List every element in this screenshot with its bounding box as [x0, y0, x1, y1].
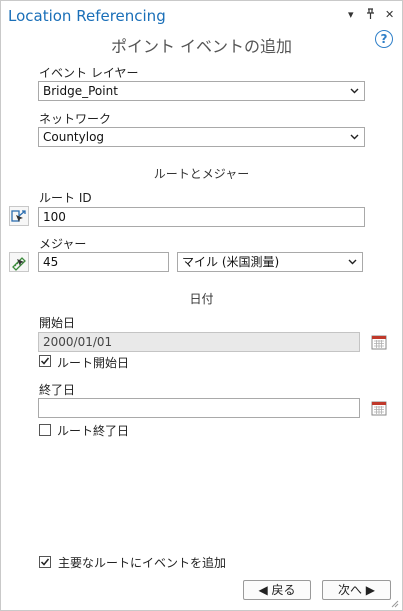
end-date-calendar-icon[interactable]: [371, 400, 387, 416]
chevron-down-icon: [350, 82, 359, 107]
route-pick-icon: [10, 210, 28, 228]
route-end-date-label: ルート終了日: [57, 424, 130, 438]
pane-title: Location Referencing: [8, 7, 166, 25]
back-button[interactable]: ◀ 戻る: [243, 580, 311, 600]
add-to-dominant-route-label: 主要なルートにイベントを追加: [58, 556, 227, 570]
pane-titlebar: Location Referencing ▾ ✕: [1, 1, 402, 31]
chevron-down-icon: [350, 128, 359, 153]
route-id-value: 100: [43, 210, 66, 224]
end-date-input[interactable]: [38, 398, 360, 418]
route-start-date-label: ルート開始日: [57, 356, 130, 370]
route-measure-section-label: ルートとメジャー: [153, 167, 250, 181]
pick-measure-button[interactable]: [9, 252, 29, 272]
pin-icon[interactable]: [366, 8, 375, 22]
resize-grip-icon[interactable]: [389, 597, 399, 608]
add-to-dominant-route-checkbox[interactable]: [39, 556, 51, 568]
chevron-down-icon: [348, 253, 357, 278]
end-date-label: 終了日: [39, 383, 76, 397]
event-layer-value: Bridge_Point: [43, 84, 118, 98]
measure-unit-value: マイル (米国測量): [182, 255, 280, 269]
add-point-events-pane: Location Referencing ▾ ✕ ポイント イベントの追加 ? …: [0, 0, 403, 611]
network-value: Countylog: [43, 130, 105, 144]
measure-value: 45: [43, 255, 59, 269]
measure-label: メジャー: [39, 237, 87, 251]
network-label: ネットワーク: [39, 112, 112, 126]
start-date-calendar-icon[interactable]: [371, 334, 387, 350]
network-select[interactable]: Countylog: [38, 127, 365, 147]
date-section-label: 日付: [189, 292, 214, 306]
tool-title: ポイント イベントの追加: [110, 37, 293, 56]
pick-route-button[interactable]: [9, 206, 29, 226]
pane-menu-icon[interactable]: ▾: [348, 8, 354, 21]
event-layer-select[interactable]: Bridge_Point: [38, 81, 365, 101]
measure-unit-select[interactable]: マイル (米国測量): [177, 252, 363, 272]
measure-input[interactable]: 45: [38, 252, 169, 272]
event-layer-label: イベント レイヤー: [39, 66, 139, 80]
route-id-label: ルート ID: [39, 191, 92, 205]
route-id-input[interactable]: 100: [38, 207, 365, 227]
close-icon[interactable]: ✕: [385, 8, 394, 21]
measure-pick-icon: [10, 257, 28, 274]
next-button[interactable]: 次へ ▶: [322, 580, 391, 600]
route-end-date-checkbox[interactable]: [39, 424, 51, 436]
start-date-label: 開始日: [39, 316, 76, 330]
help-icon[interactable]: ?: [375, 30, 393, 48]
start-date-value: 2000/01/01: [43, 335, 113, 349]
start-date-input: 2000/01/01: [38, 332, 360, 352]
route-start-date-checkbox[interactable]: [39, 355, 51, 367]
